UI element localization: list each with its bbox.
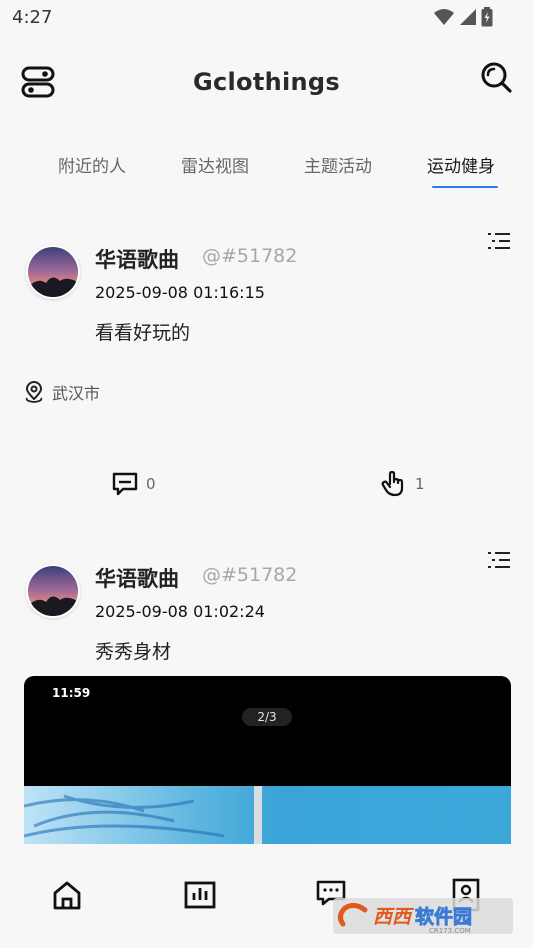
comment-button[interactable]: 0 (112, 472, 156, 496)
avatar-image (28, 247, 78, 297)
svg-text:软件园: 软件园 (415, 905, 472, 928)
active-tab-indicator (432, 186, 498, 188)
post-timestamp: 2025-09-08 01:02:24 (95, 602, 265, 621)
svg-text:CR173.COM: CR173.COM (429, 927, 471, 935)
author-handle: @#51782 (202, 245, 298, 267)
post-image[interactable]: 11:59 2/3 (24, 676, 511, 844)
page-title: Gclothings (193, 68, 340, 96)
post-timestamp: 2025-09-08 01:16:15 (95, 283, 265, 302)
location-label: 武汉市 (52, 384, 101, 403)
wifi-icon (434, 9, 454, 25)
palm-leaves-graphic (24, 786, 262, 844)
battery-icon (481, 7, 493, 27)
search-button[interactable] (479, 60, 513, 94)
status-bar: 4:27 (0, 0, 533, 36)
author-name[interactable]: 华语歌曲 (95, 244, 179, 274)
tab-events[interactable]: 主题活动 (304, 152, 372, 177)
like-button[interactable]: 1 (381, 470, 425, 498)
nav-home[interactable] (50, 878, 84, 912)
post-menu-button[interactable] (487, 549, 511, 571)
tab-nearby[interactable]: 附近的人 (58, 152, 126, 177)
location-pin-icon (25, 381, 43, 403)
list-icon (488, 552, 510, 568)
tab-radar[interactable]: 雷达视图 (181, 152, 249, 177)
hand-icon (381, 470, 404, 497)
signal-icon (460, 9, 476, 25)
tab-fitness[interactable]: 运动健身 (427, 152, 495, 177)
list-icon (488, 233, 510, 249)
category-tabs: 附近的人 雷达视图 主题活动 运动健身 (0, 148, 533, 192)
author-name[interactable]: 华语歌曲 (95, 563, 179, 593)
watermark: 西西 软件园 CR173.COM (333, 894, 513, 938)
avatar-image (28, 566, 78, 616)
status-time: 4:27 (12, 7, 53, 28)
post-menu-button[interactable] (487, 230, 511, 252)
search-icon (481, 62, 512, 93)
comment-icon (112, 472, 138, 496)
nav-stats[interactable] (183, 878, 217, 912)
avatar[interactable] (26, 245, 80, 299)
chart-icon (184, 881, 216, 909)
comment-count: 0 (146, 475, 156, 493)
svg-text:西西: 西西 (373, 906, 414, 928)
cr173-watermark-logo: 西西 软件园 CR173.COM (333, 898, 513, 935)
post-location: 武汉市 (24, 380, 100, 404)
author-handle: @#51782 (202, 564, 298, 586)
post-text: 秀秀身材 (95, 641, 172, 663)
image-counter: 2/3 (242, 708, 292, 726)
photo-preview (24, 786, 511, 844)
avatar[interactable] (26, 564, 80, 618)
app-header: Gclothings (0, 52, 533, 112)
home-icon (53, 881, 81, 910)
post-text: 看看好玩的 (95, 322, 191, 344)
like-count: 1 (415, 475, 425, 493)
media-status-time: 11:59 (52, 686, 91, 700)
status-icons (433, 7, 493, 27)
bottom-navigation: 西西 软件园 CR173.COM (0, 844, 533, 948)
